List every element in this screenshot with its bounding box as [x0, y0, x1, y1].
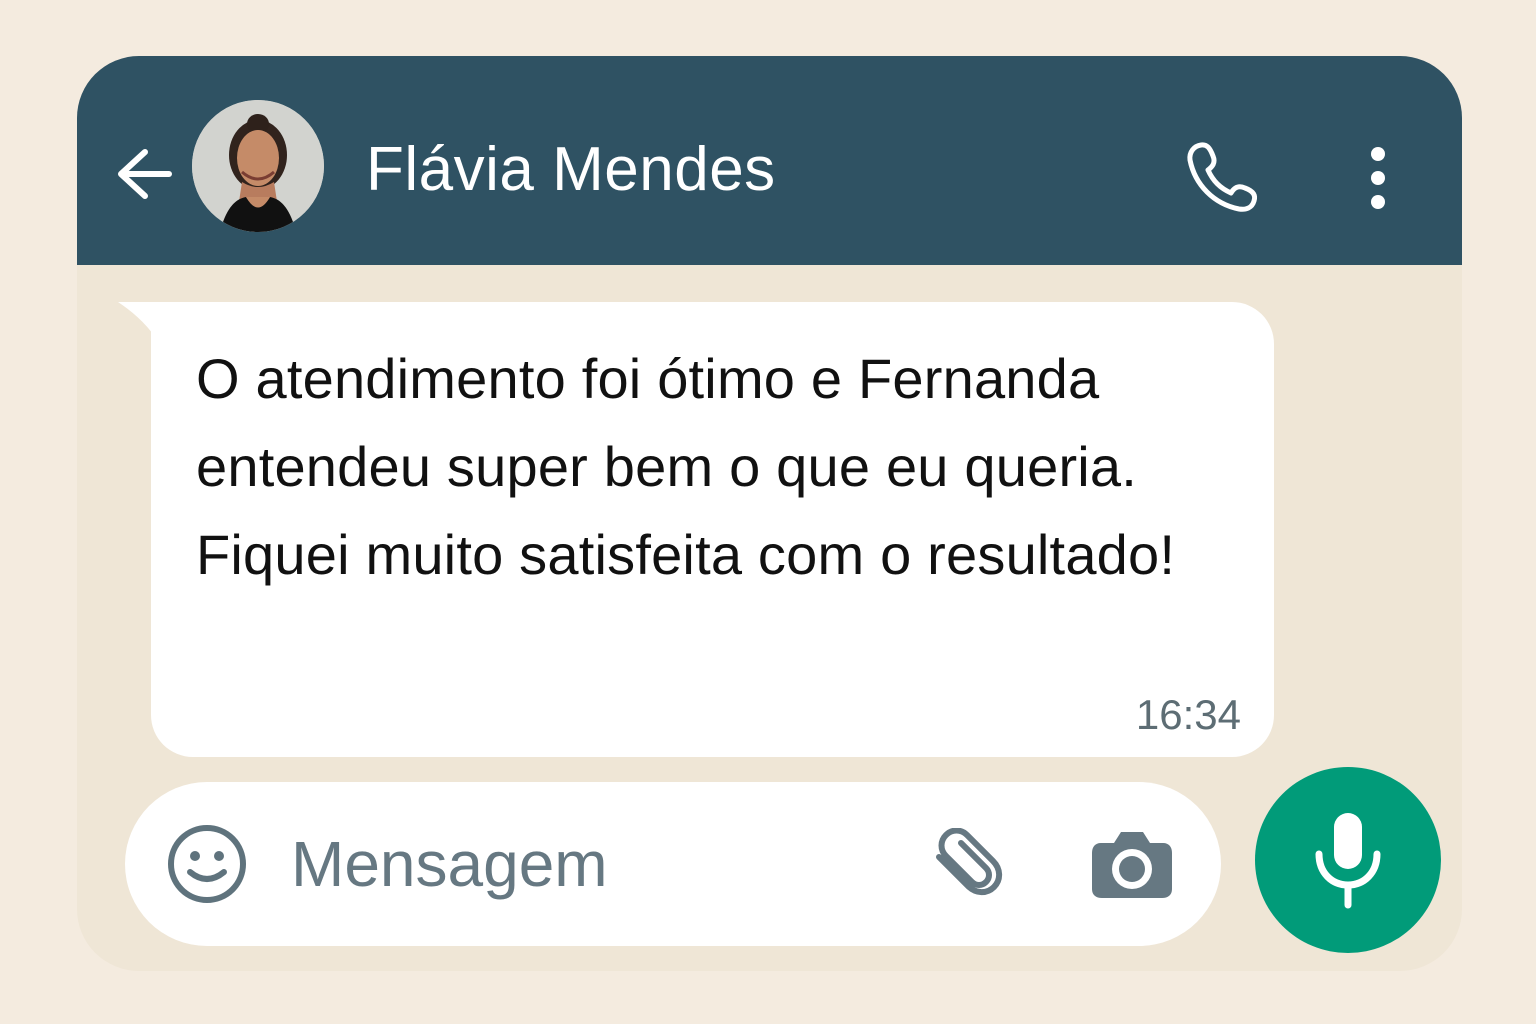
smile-icon[interactable] [163, 820, 251, 908]
message-text: O atendimento foi ótimo e Fernanda enten… [196, 347, 1176, 586]
message-timestamp: 16:34 [1135, 691, 1241, 738]
phone-icon[interactable] [1183, 138, 1261, 216]
vertical-ellipsis-icon[interactable] [1357, 144, 1399, 212]
message-input[interactable]: Mensagem [291, 826, 608, 902]
paperclip-icon[interactable] [925, 827, 1007, 900]
chat-header: Flávia Mendes [77, 56, 1462, 265]
message-composer[interactable]: Mensagem [125, 782, 1221, 946]
received-message-bubble[interactable]: O atendimento foi ótimo e Fernanda enten… [151, 302, 1274, 757]
camera-icon[interactable] [1090, 826, 1174, 900]
microphone-icon [1312, 809, 1384, 911]
whatsapp-chat-window: Flávia Mendes O atendimento foi ótimo e … [77, 56, 1462, 971]
contact-name[interactable]: Flávia Mendes [366, 134, 776, 206]
arrow-left-icon[interactable] [111, 146, 175, 202]
contact-avatar[interactable] [192, 100, 324, 232]
voice-message-button[interactable] [1255, 767, 1441, 953]
